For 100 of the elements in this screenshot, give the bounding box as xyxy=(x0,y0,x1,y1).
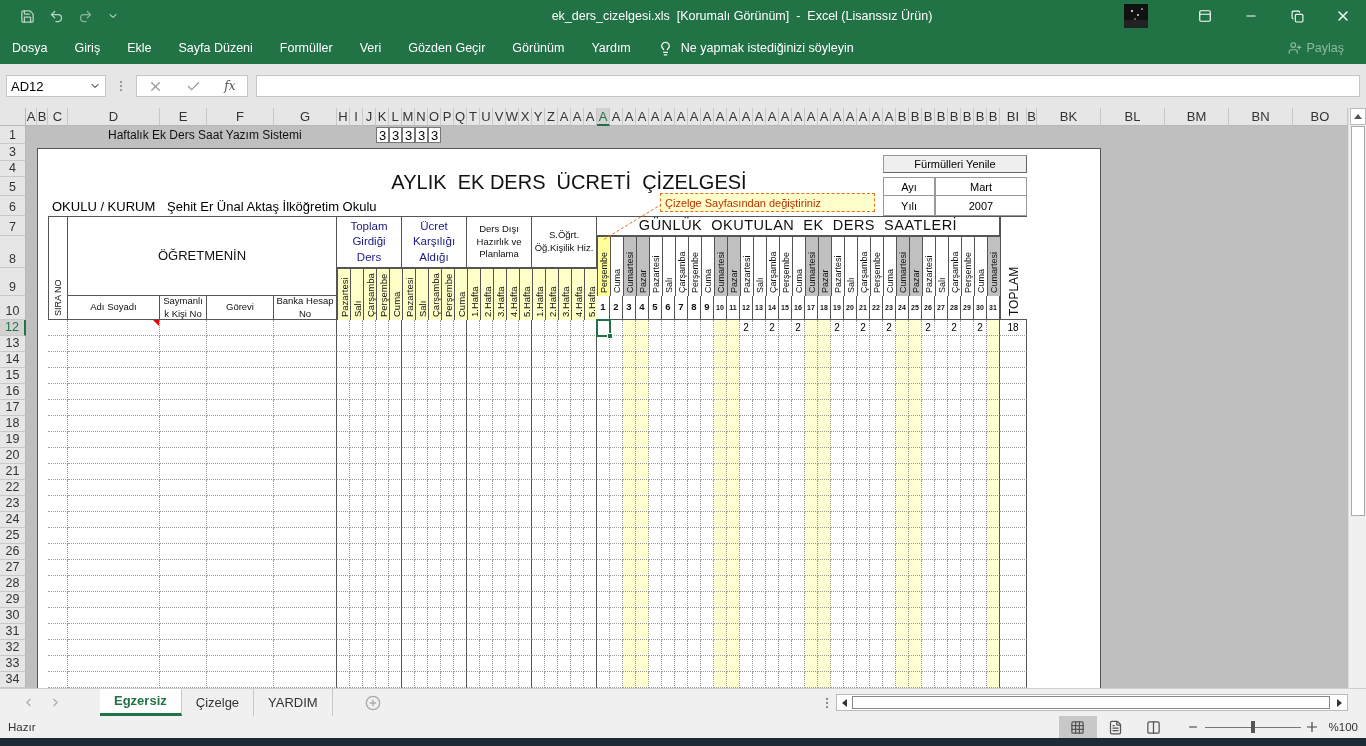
menu-item[interactable]: Görünüm xyxy=(512,41,565,55)
add-sheet-icon[interactable] xyxy=(364,694,381,711)
column-header[interactable]: A xyxy=(844,108,857,126)
column-header[interactable]: A xyxy=(649,108,662,126)
row-header[interactable]: 32 xyxy=(0,640,26,656)
column-header[interactable]: B xyxy=(948,108,961,126)
column-header[interactable]: B xyxy=(909,108,922,126)
row-header[interactable]: 31 xyxy=(0,624,26,640)
column-header[interactable]: A xyxy=(688,108,701,126)
column-header[interactable]: A xyxy=(740,108,753,126)
zoom-in-icon[interactable] xyxy=(1306,722,1317,732)
column-header[interactable]: Q xyxy=(454,108,467,126)
column-header[interactable]: A xyxy=(558,108,571,126)
row-header[interactable]: 10 xyxy=(0,296,26,320)
column-header[interactable]: B xyxy=(922,108,935,126)
name-box[interactable]: AD12 xyxy=(6,75,106,97)
column-header[interactable]: B xyxy=(896,108,909,126)
column-header[interactable]: M xyxy=(402,108,415,126)
row-header[interactable]: 9 xyxy=(0,268,26,296)
column-header[interactable]: E xyxy=(160,108,207,126)
column-header[interactable]: A xyxy=(636,108,649,126)
row-header[interactable]: 20 xyxy=(0,448,26,464)
row-header[interactable]: 13 xyxy=(0,336,26,352)
tell-me-field[interactable]: Ne yapmak istediğinizi söyleyin xyxy=(680,41,854,55)
column-header[interactable]: A xyxy=(584,108,597,126)
row-header[interactable]: 19 xyxy=(0,432,26,448)
column-header[interactable]: A xyxy=(623,108,636,126)
column-header[interactable]: A xyxy=(753,108,766,126)
column-header[interactable]: BI xyxy=(1000,108,1027,126)
row-header[interactable]: 14 xyxy=(0,352,26,368)
column-header[interactable]: A xyxy=(792,108,805,126)
column-header[interactable]: BM xyxy=(1165,108,1229,126)
restore-icon[interactable] xyxy=(1290,9,1304,23)
column-header[interactable]: B xyxy=(987,108,1000,126)
column-header[interactable]: J xyxy=(363,108,376,126)
row-header[interactable]: 34 xyxy=(0,672,26,688)
save-icon[interactable] xyxy=(20,8,35,24)
menu-item[interactable]: Dosya xyxy=(12,41,48,55)
menu-item[interactable]: Veri xyxy=(359,41,382,55)
row-header[interactable]: 28 xyxy=(0,576,26,592)
row-header[interactable]: 23 xyxy=(0,496,26,512)
column-header[interactable]: I xyxy=(350,108,363,126)
scrollbar-thumb[interactable] xyxy=(852,696,1330,709)
column-header[interactable]: BL xyxy=(1101,108,1165,126)
row-header[interactable]: 29 xyxy=(0,592,26,608)
column-header[interactable]: BK xyxy=(1037,108,1101,126)
column-header[interactable]: A xyxy=(662,108,675,126)
row-header[interactable]: 33 xyxy=(0,656,26,672)
refresh-button[interactable]: Fürmülleri Yenile xyxy=(883,155,1027,173)
row-header[interactable]: 25 xyxy=(0,528,26,544)
column-header[interactable]: BO xyxy=(1293,108,1348,126)
row-header[interactable]: 27 xyxy=(0,560,26,576)
column-header[interactable]: U xyxy=(480,108,493,126)
row-header[interactable]: 17 xyxy=(0,400,26,416)
zoom-level[interactable]: %100 xyxy=(1328,721,1358,733)
column-header[interactable]: O xyxy=(428,108,441,126)
column-header[interactable]: D xyxy=(68,108,160,126)
column-header[interactable]: A xyxy=(779,108,792,126)
row-header[interactable]: 3 xyxy=(0,144,26,161)
column-header[interactable]: A xyxy=(571,108,584,126)
column-header[interactable]: N xyxy=(415,108,428,126)
row-header[interactable]: 1 xyxy=(0,126,26,144)
menu-item[interactable]: Sayfa Düzeni xyxy=(178,41,253,55)
column-header[interactable]: A xyxy=(714,108,727,126)
column-header[interactable]: V xyxy=(493,108,506,126)
column-header[interactable]: T xyxy=(467,108,480,126)
menu-item[interactable]: Gözden Geçir xyxy=(408,41,486,55)
column-header[interactable]: A xyxy=(597,108,610,126)
column-header[interactable]: B xyxy=(974,108,987,126)
row-header[interactable]: 30 xyxy=(0,608,26,624)
row-header[interactable]: 24 xyxy=(0,512,26,528)
column-header[interactable]: B xyxy=(935,108,948,126)
row-header[interactable]: 16 xyxy=(0,384,26,400)
column-header[interactable]: A xyxy=(805,108,818,126)
undo-icon[interactable] xyxy=(49,8,64,24)
sheet-tab[interactable]: Çizelge xyxy=(181,688,255,716)
column-header[interactable]: A xyxy=(727,108,740,126)
row-header[interactable]: 6 xyxy=(0,196,26,216)
row-header[interactable]: 22 xyxy=(0,480,26,496)
row-header[interactable]: 26 xyxy=(0,544,26,560)
column-header[interactable]: BN xyxy=(1229,108,1293,126)
column-header[interactable]: P xyxy=(441,108,454,126)
menu-item[interactable]: Yardım xyxy=(591,41,631,55)
column-header[interactable]: A xyxy=(818,108,831,126)
column-header[interactable]: A xyxy=(766,108,779,126)
row-header[interactable]: 4 xyxy=(0,161,26,177)
column-header[interactable]: C xyxy=(48,108,68,126)
column-header[interactable]: G xyxy=(274,108,337,126)
menu-item[interactable]: Giriş xyxy=(74,41,101,55)
column-header[interactable]: A xyxy=(870,108,883,126)
column-header[interactable]: A xyxy=(610,108,623,126)
column-header[interactable]: B xyxy=(961,108,974,126)
column-header[interactable]: K xyxy=(376,108,389,126)
column-header[interactable]: X xyxy=(519,108,532,126)
column-header[interactable]: A xyxy=(883,108,896,126)
ribbon-display-icon[interactable] xyxy=(1198,9,1212,23)
column-header[interactable]: Y xyxy=(532,108,545,126)
redo-icon[interactable] xyxy=(78,8,93,24)
column-header[interactable]: Z xyxy=(545,108,558,126)
column-header[interactable]: A xyxy=(857,108,870,126)
